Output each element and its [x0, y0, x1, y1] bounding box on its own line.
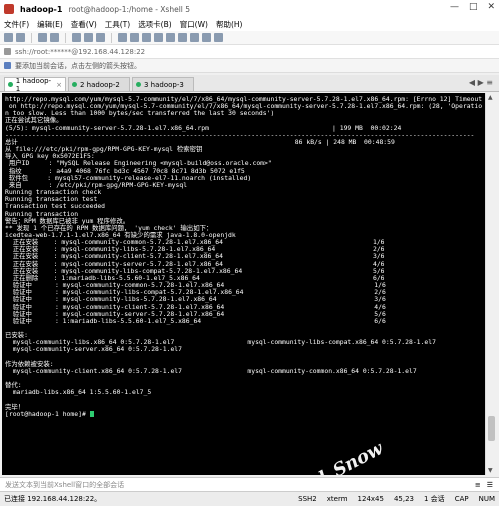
help-icon[interactable]	[214, 33, 223, 42]
window-controls: — □ ✕	[450, 2, 495, 12]
copy-icon[interactable]	[72, 33, 81, 42]
toolbar-divider	[65, 32, 66, 43]
menu-view[interactable]: 查看(V)	[71, 19, 97, 30]
tab-navigation[interactable]: ◀ ▶ ≡	[469, 78, 493, 87]
scroll-thumb[interactable]	[488, 416, 495, 442]
toolbar-divider	[31, 32, 32, 43]
tab-label: 3 hadoop-3	[144, 80, 184, 89]
terminal-cursor	[89, 410, 94, 417]
open-folder-icon[interactable]	[16, 33, 25, 42]
menu-tools[interactable]: 工具(T)	[105, 19, 130, 30]
tab-hadoop-2[interactable]: 2 hadoop-2	[68, 77, 130, 91]
menu-edit[interactable]: 编辑(E)	[37, 19, 63, 30]
menu-icon[interactable]: ≡	[475, 481, 481, 489]
session-tab-bar: 1 hadoop-1 × 2 hadoop-2 3 hadoop-3 ◀ ▶ ≡	[0, 75, 499, 93]
xshell-logo-icon	[4, 4, 14, 14]
print-icon[interactable]	[118, 33, 127, 42]
globe-icon[interactable]	[130, 33, 139, 42]
compose-input[interactable]: 发送文本到当前Xshell窗口的全部会话	[5, 480, 124, 490]
menu-bar: 文件(F) 编辑(E) 查看(V) 工具(T) 选项卡(B) 窗口(W) 帮助(…	[0, 18, 499, 31]
transfer-icon[interactable]	[190, 33, 199, 42]
terminal-type-label: xterm	[326, 495, 348, 503]
fullscreen-icon[interactable]	[202, 33, 211, 42]
window-tab-title[interactable]: hadoop-1	[20, 5, 62, 14]
address-icon	[4, 48, 11, 55]
window-path: root@hadoop-1:/home - Xshell 5	[68, 4, 191, 14]
tab-hadoop-1[interactable]: 1 hadoop-1 ×	[4, 76, 66, 93]
new-session-icon[interactable]	[4, 33, 13, 42]
search-icon[interactable]	[96, 33, 105, 42]
compose-bar: 发送文本到当前Xshell窗口的全部会话 ≡ ☰	[0, 477, 499, 491]
menu-file[interactable]: 文件(F)	[4, 19, 29, 30]
status-bar: 已连接 192.168.44.128:22。 SSH2 xterm 124x45…	[0, 491, 499, 506]
cursor-position-label: 45,23	[393, 495, 414, 503]
info-bar: 要添加当前会话，点击左侧的箭头按钮。	[0, 59, 499, 73]
list-icon[interactable]: ☰	[487, 481, 493, 489]
toolbar-divider	[111, 32, 112, 43]
sessions-label: 1 会话	[424, 495, 445, 503]
paste-icon[interactable]	[84, 33, 93, 42]
close-icon[interactable]: ×	[56, 81, 62, 89]
tab-label: 2 hadoop-2	[80, 80, 120, 89]
title-bar: hadoop-1 root@hadoop-1:/home - Xshell 5 …	[0, 0, 499, 19]
protocol-label: SSH2	[298, 495, 317, 503]
info-text: 要添加当前会话，点击左侧的箭头按钮。	[15, 61, 141, 70]
lock-icon[interactable]	[166, 33, 175, 42]
menu-tabs[interactable]: 选项卡(B)	[138, 19, 172, 30]
toolbar	[0, 31, 499, 45]
caps-indicator: CAP	[454, 495, 469, 503]
vertical-scrollbar[interactable]: ▲ ▼	[485, 93, 497, 475]
add-session-arrow-icon[interactable]	[4, 62, 11, 69]
status-indicators: SSH2 xterm 124x45 45,23 1 会话 CAP NUM	[298, 494, 495, 504]
num-indicator: NUM	[478, 495, 495, 503]
reconnect-icon[interactable]	[38, 33, 47, 42]
script-icon[interactable]	[178, 33, 187, 42]
connected-dot-icon	[72, 82, 77, 87]
close-button[interactable]: ✕	[487, 2, 495, 12]
minimize-button[interactable]: —	[450, 2, 459, 12]
font-icon[interactable]	[142, 33, 151, 42]
terminal-size-label: 124x45	[357, 495, 384, 503]
tab-hadoop-3[interactable]: 3 hadoop-3	[132, 77, 194, 91]
maximize-button[interactable]: □	[469, 2, 478, 12]
tab-label: 1 hadoop-1	[15, 76, 52, 93]
settings-icon[interactable]	[154, 33, 163, 42]
disconnect-icon[interactable]	[50, 33, 59, 42]
scroll-down-icon[interactable]: ▼	[488, 467, 493, 474]
connected-dot-icon	[8, 82, 13, 87]
terminal-output[interactable]: http://repo.mysql.com/yum/mysql-5.7-comm…	[2, 93, 486, 475]
compose-tools: ≡ ☰	[475, 481, 493, 489]
menu-window[interactable]: 窗口(W)	[180, 19, 208, 30]
menu-help[interactable]: 帮助(H)	[216, 19, 243, 30]
scroll-up-icon[interactable]: ▲	[488, 94, 493, 101]
connection-status: 已连接 192.168.44.128:22。	[4, 495, 102, 503]
watermark: Dcl_Snow	[292, 437, 387, 475]
address-bar: ssh://root:******@192.168.44.128:22	[0, 45, 499, 59]
connected-dot-icon	[136, 82, 141, 87]
address-input[interactable]: ssh://root:******@192.168.44.128:22	[15, 48, 145, 56]
terminal-text: http://repo.mysql.com/yum/mysql-5.7-comm…	[5, 95, 483, 418]
